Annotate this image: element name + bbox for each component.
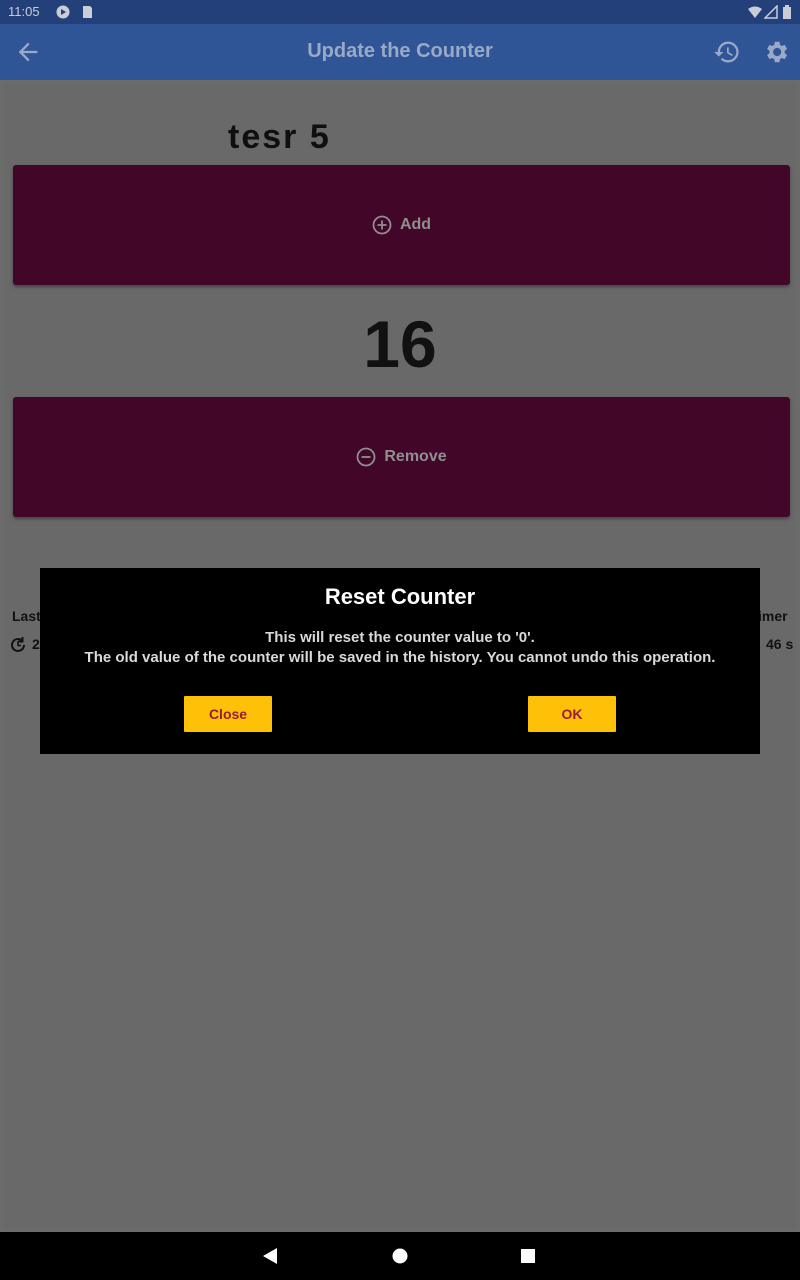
screen: 11:05 Update the Counter tesr 5 Add 16 R… — [0, 0, 800, 1280]
add-circle-icon — [372, 215, 392, 235]
signal-icon — [764, 5, 778, 19]
play-protect-icon — [56, 5, 70, 19]
counter-name: tesr 5 — [228, 118, 331, 156]
counter-value: 16 — [363, 307, 437, 381]
dialog-message: This will reset the counter value to '0'… — [40, 628, 760, 668]
add-button[interactable]: Add — [13, 165, 790, 285]
battery-icon — [783, 5, 791, 19]
app-bar: Update the Counter — [0, 24, 800, 80]
add-button-label: Add — [399, 216, 432, 233]
status-time: 11:05 — [8, 4, 40, 19]
remove-circle-icon — [356, 447, 376, 467]
stat-last-label: Last — [12, 608, 41, 624]
reset-clock-icon — [11, 637, 25, 652]
status-bar: 11:05 — [0, 0, 800, 24]
page-title: Update the Counter — [307, 40, 493, 62]
gear-icon[interactable] — [762, 38, 790, 66]
ok-button[interactable]: OK — [528, 696, 616, 732]
nav-bar — [0, 1232, 800, 1280]
remove-button-label: Remove — [384, 448, 447, 465]
close-button[interactable]: Close — [184, 696, 272, 732]
reset-dialog: Reset Counter This will reset the counte… — [40, 568, 760, 754]
history-icon[interactable] — [713, 38, 741, 66]
dialog-message-line2: The old value of the counter will be sav… — [84, 649, 716, 666]
recents-square-icon[interactable] — [518, 1246, 538, 1266]
dialog-message-line1: This will reset the counter value to '0'… — [265, 629, 535, 646]
stat-last-value: 2 — [32, 636, 40, 652]
home-circle-icon[interactable] — [390, 1246, 410, 1266]
sd-card-icon — [83, 6, 92, 18]
back-triangle-icon[interactable] — [260, 1246, 280, 1266]
remove-button[interactable]: Remove — [13, 397, 790, 517]
stat-timer-value: 46 s — [766, 636, 794, 652]
wifi-icon — [748, 6, 762, 18]
dialog-title: Reset Counter — [324, 584, 476, 609]
stat-timer-label: imer — [758, 608, 788, 624]
